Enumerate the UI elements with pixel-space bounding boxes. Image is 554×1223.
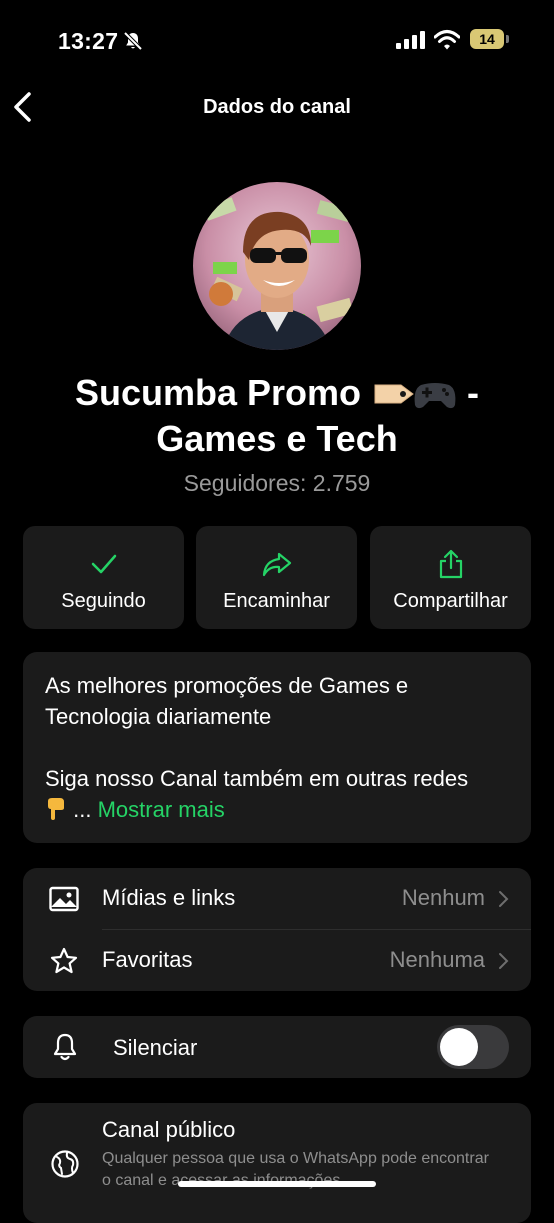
signal-icon bbox=[396, 31, 425, 49]
status-time: 13:27 bbox=[58, 28, 119, 54]
following-label: Seguindo bbox=[61, 590, 146, 612]
price-tag-emoji-icon bbox=[374, 384, 414, 404]
toggle-knob bbox=[440, 1028, 478, 1066]
show-more-link[interactable]: Mostrar mais bbox=[98, 797, 225, 822]
mute-toggle[interactable] bbox=[437, 1025, 509, 1069]
favorites-row[interactable]: Favoritas Nenhuma bbox=[23, 930, 531, 991]
image-icon bbox=[49, 886, 79, 912]
description-line2: Siga nosso Canal também em outras redes bbox=[45, 766, 469, 791]
public-channel-info: Canal público Qualquer pessoa que usa o … bbox=[23, 1103, 531, 1223]
star-icon bbox=[50, 947, 78, 974]
battery-icon: 14 bbox=[470, 29, 510, 51]
favorites-label: Favoritas bbox=[102, 947, 193, 972]
description-line1: As melhores promoções de Games e Tecnolo… bbox=[45, 673, 409, 729]
channel-name: Sucumba Promo - Games e Tech bbox=[20, 370, 534, 462]
bell-icon bbox=[53, 1033, 77, 1061]
globe-icon bbox=[51, 1150, 79, 1178]
channel-avatar[interactable] bbox=[193, 182, 361, 350]
pointing-down-emoji-icon bbox=[48, 798, 64, 820]
status-bar: 13:27 14 bbox=[0, 0, 554, 84]
checkmark-icon bbox=[91, 554, 116, 574]
chevron-right-icon bbox=[499, 953, 509, 969]
channel-description: As melhores promoções de Games e Tecnolo… bbox=[23, 652, 531, 843]
mute-row: Silenciar bbox=[23, 1016, 531, 1078]
channel-info-list: Mídias e links Nenhum Favoritas Nenhuma bbox=[23, 868, 531, 991]
home-indicator[interactable] bbox=[178, 1181, 376, 1187]
avatar-image bbox=[193, 182, 361, 350]
battery-level: 14 bbox=[470, 29, 504, 49]
bell-slash-icon bbox=[123, 31, 143, 51]
mute-label: Silenciar bbox=[113, 1035, 198, 1060]
public-channel-title: Canal público bbox=[102, 1117, 236, 1142]
forward-label: Encaminhar bbox=[223, 590, 330, 612]
page-title: Dados do canal bbox=[203, 96, 351, 118]
media-links-value: Nenhum bbox=[401, 885, 485, 910]
media-links-row[interactable]: Mídias e links Nenhum bbox=[23, 868, 531, 930]
forward-button[interactable]: Encaminhar bbox=[196, 526, 357, 629]
channel-name-dash: - bbox=[457, 372, 480, 413]
channel-actions: Seguindo Encaminhar Compartilhar bbox=[23, 526, 531, 629]
share-icon bbox=[439, 549, 462, 579]
favorites-value: Nenhuma bbox=[389, 947, 485, 972]
channel-name-line2: Games e Tech bbox=[156, 418, 398, 459]
description-ellipsis: ... bbox=[73, 797, 92, 822]
following-button[interactable]: Seguindo bbox=[23, 526, 184, 629]
forward-arrow-icon bbox=[262, 552, 291, 577]
media-links-label: Mídias e links bbox=[102, 885, 236, 910]
chevron-right-icon bbox=[499, 891, 509, 907]
wifi-icon bbox=[434, 30, 460, 50]
channel-name-text: Sucumba Promo bbox=[74, 372, 362, 413]
navigation-bar: Dados do canal bbox=[0, 84, 554, 130]
game-controller-emoji-icon bbox=[414, 383, 456, 409]
share-label: Compartilhar bbox=[393, 590, 508, 612]
followers-count: Seguidores: 2.759 bbox=[183, 470, 371, 496]
share-button[interactable]: Compartilhar bbox=[370, 526, 531, 629]
